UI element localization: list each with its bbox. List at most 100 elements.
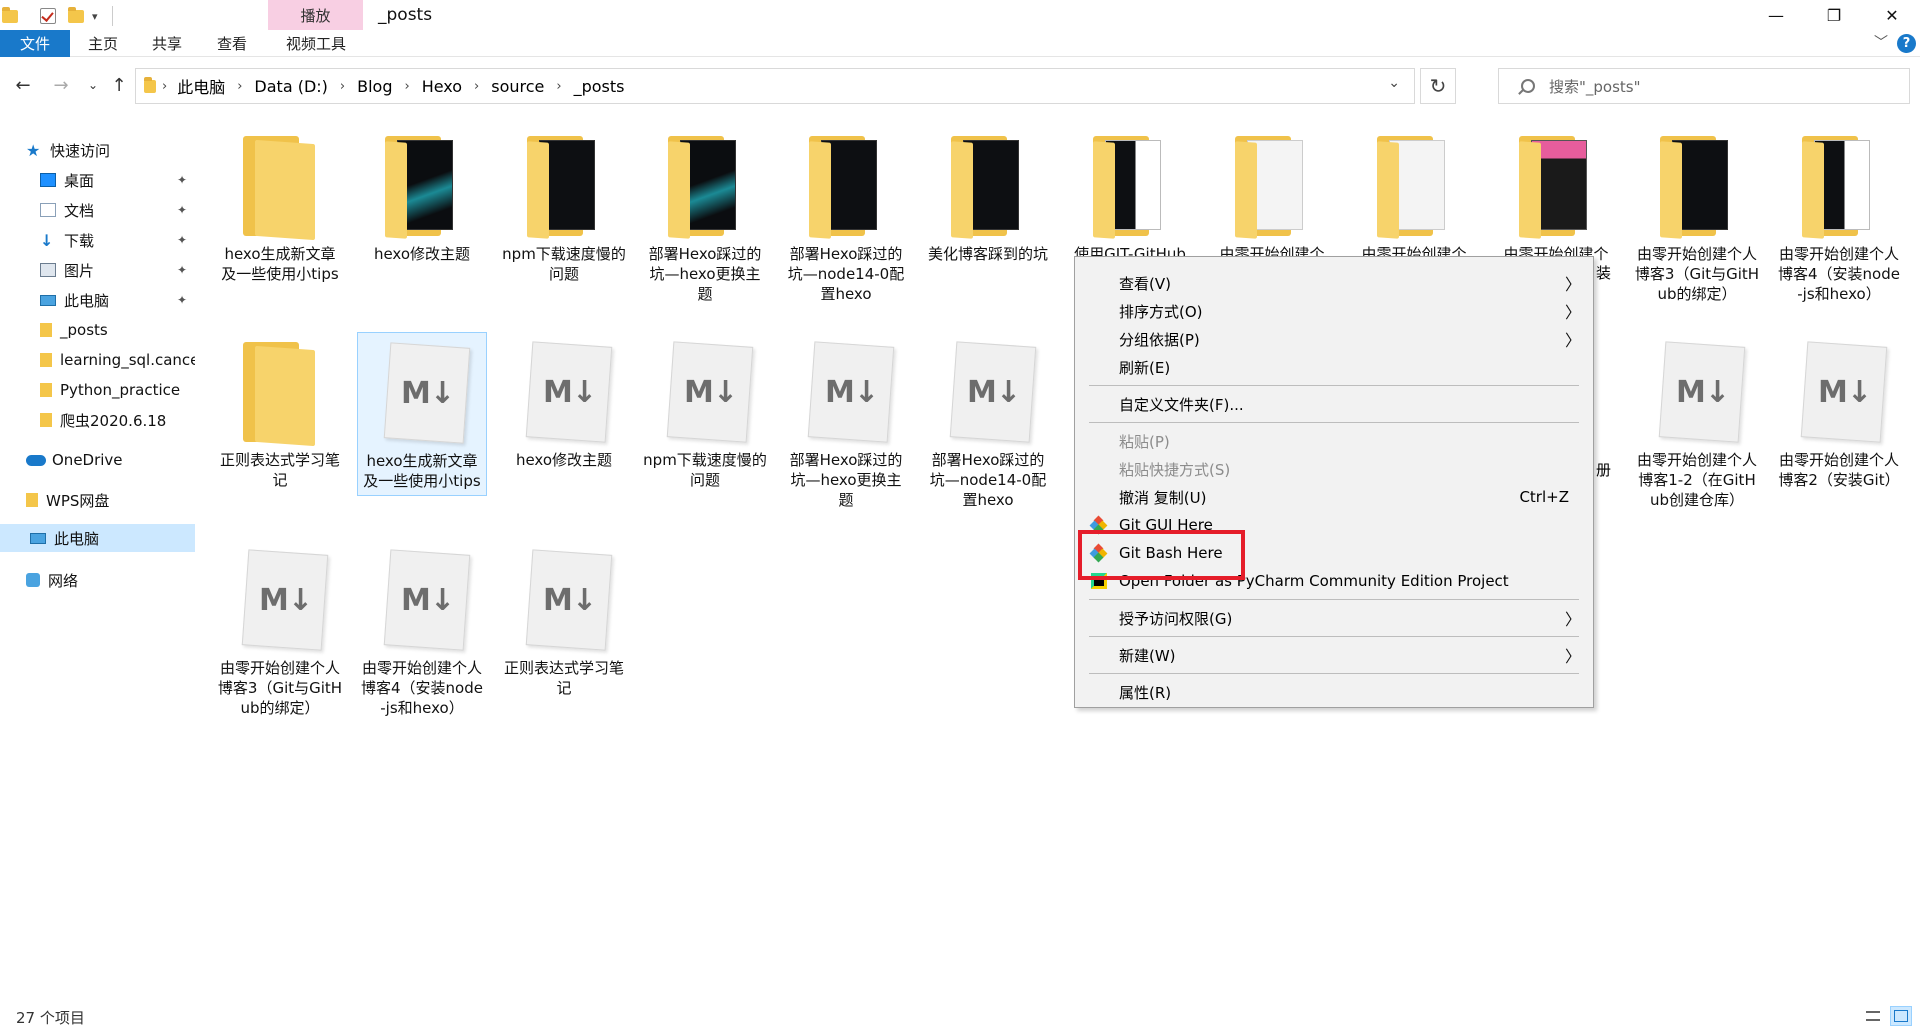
folder-item[interactable]: npm下载速度慢的问题 [499,126,629,288]
search-input[interactable]: 搜索"_posts" [1498,68,1910,104]
customize-toolbar-icon[interactable]: ▾ [92,6,98,26]
nav-item-downloads[interactable]: ↓ 下载 ✦ [40,226,195,254]
folder-item[interactable]: hexo生成新文章及一些使用小tips [215,126,345,288]
nav-item-pictures[interactable]: 图片 ✦ [40,256,195,284]
chevron-down-icon[interactable]: ⌄ [1388,75,1400,91]
properties-quick-access-icon[interactable] [40,6,56,26]
markdown-file-item[interactable]: M↓ 由零开始创建个人博客4（安装node-js和hexo） [357,540,487,722]
markdown-glyph: M↓ [1817,374,1871,410]
folder-item[interactable]: 美化博客踩到的坑 [923,126,1053,268]
up-button[interactable]: ↑ [106,72,132,98]
nav-wps[interactable]: WPS网盘 [26,486,196,514]
markdown-file-item[interactable]: M↓ hexo生成新文章及一些使用小tips [357,332,487,496]
breadcrumb-posts[interactable]: _posts [574,77,625,96]
breadcrumb-this-pc[interactable]: 此电脑 [177,74,225,98]
maximize-button[interactable]: ❐ [1806,0,1862,30]
chevron-right-icon[interactable]: › [556,79,561,94]
breadcrumb-data-drive[interactable]: Data (D:) [254,77,327,96]
menu-item-refresh[interactable]: 刷新(E) [1075,353,1593,381]
nav-item-python-practice[interactable]: Python_practice [40,376,195,404]
new-folder-quick-access-icon[interactable] [68,6,84,26]
pin-icon: ✦ [176,203,187,217]
nav-item-crawler[interactable]: 爬虫2020.6.18 [40,406,195,434]
folder-item[interactable]: 部署Hexo踩过的坑—hexo更换主题 [640,126,770,308]
chevron-right-icon[interactable]: › [237,79,242,94]
status-bar: 27 个项目 [0,1004,1920,1030]
minimize-button[interactable]: — [1748,0,1804,30]
nav-item-posts[interactable]: _posts [40,316,195,344]
chevron-right-icon: 〉 [1564,610,1581,629]
folder-icon [791,134,901,242]
large-icons-view-button[interactable] [1890,1006,1912,1026]
folder-item[interactable]: hexo修改主题 [357,126,487,268]
menu-item-sort[interactable]: 排序方式(O) 〉 [1075,297,1593,325]
folder-item[interactable]: 由零开始创建个 [1491,126,1621,268]
menu-item-properties[interactable]: 属性(R) [1075,678,1593,706]
breadcrumb-hexo[interactable]: Hexo [422,77,462,96]
menu-item-paste[interactable]: 粘贴(P) [1075,427,1593,455]
markdown-glyph: M↓ [542,582,596,618]
chevron-right-icon[interactable]: › [474,79,479,94]
close-button[interactable]: ✕ [1864,0,1920,30]
folder-icon [650,134,760,242]
folder-item[interactable]: 部署Hexo踩过的坑—node14-0配置hexo [781,126,911,308]
recent-locations-button[interactable]: ⌄ [80,72,106,98]
file-name-label: 由零开始创建个人博客4（安装node-js和hexo） [1778,245,1900,303]
forward-button[interactable]: → [48,72,74,98]
markdown-file-item[interactable]: M↓ 正则表达式学习笔记 [499,540,629,702]
menu-item-paste-shortcut[interactable]: 粘贴快捷方式(S) [1075,455,1593,483]
markdown-file-item[interactable]: M↓ hexo修改主题 [499,332,629,474]
menu-item-view[interactable]: 查看(V) 〉 [1075,269,1593,297]
folder-item[interactable]: 由零开始创建个 [1207,126,1337,268]
markdown-file-item[interactable]: M↓ 部署Hexo踩过的坑—node14-0配置hexo [923,332,1053,514]
address-bar[interactable]: › 此电脑 › Data (D:) › Blog › Hexo › source… [135,68,1415,104]
menu-item-undo-copy[interactable]: 撤消 复制(U) Ctrl+Z [1075,483,1593,511]
folder-icon [1359,134,1469,242]
nav-this-pc[interactable]: 此电脑 [0,524,195,552]
breadcrumb-blog[interactable]: Blog [357,77,392,96]
tab-home[interactable]: 主页 [78,30,128,57]
nav-item-desktop[interactable]: 桌面 ✦ [40,166,195,194]
tab-video-tools[interactable]: 视频工具 [272,30,360,57]
folder-item[interactable]: 由零开始创建个人博客4（安装node-js和hexo） [1774,126,1904,308]
menu-item-grant-access[interactable]: 授予访问权限(G) 〉 [1075,604,1593,632]
markdown-file-item[interactable]: M↓ 部署Hexo踩过的坑—hexo更换主题 [781,332,911,514]
folder-item[interactable]: 使用GIT-GitHub [1065,126,1195,268]
nav-quick-access[interactable]: ★ 快速访问 [26,136,196,164]
title-bar: ▾ 播放 _posts — ❐ ✕ [0,0,1920,32]
menu-label: 属性(R) [1119,683,1172,702]
nav-item-documents[interactable]: 文档 ✦ [40,196,195,224]
refresh-button[interactable]: ↻ [1420,68,1456,104]
chevron-right-icon[interactable]: › [404,79,409,94]
context-menu: 查看(V) 〉 排序方式(O) 〉 分组依据(P) 〉 刷新(E) 自定义文件夹… [1074,256,1594,708]
markdown-file-item[interactable]: M↓ 由零开始创建个人博客2（安装Git） [1774,332,1904,494]
menu-label: 撤消 复制(U) [1119,488,1207,507]
nav-item-this-pc-pinned[interactable]: 此电脑 ✦ [40,286,195,314]
tab-file[interactable]: 文件 [0,30,70,57]
tab-share[interactable]: 共享 [142,30,192,57]
back-button[interactable]: ← [10,72,36,98]
file-view[interactable]: hexo生成新文章及一些使用小tips hexo修改主题 npm下载速度慢的问题 部署… [210,126,1910,986]
markdown-file-item[interactable]: M↓ 由零开始创建个人博客3（Git与GitHub的绑定） [215,540,345,722]
markdown-file-item[interactable]: M↓ npm下载速度慢的问题 [640,332,770,494]
file-name-label: hexo生成新文章及一些使用小tips [221,245,339,283]
help-icon[interactable]: ? [1897,34,1916,53]
breadcrumb-source[interactable]: source [491,77,544,96]
nav-onedrive[interactable]: OneDrive [26,446,196,474]
folder-item[interactable]: 由零开始创建个人博客3（Git与GitHub的绑定） [1632,126,1762,308]
contextual-tab-play[interactable]: 播放 [268,0,363,30]
menu-item-customize-folder[interactable]: 自定义文件夹(F)... [1075,390,1593,418]
menu-item-group[interactable]: 分组依据(P) 〉 [1075,325,1593,353]
folder-item[interactable]: 由零开始创建个 [1349,126,1479,268]
nav-item-learning-sql[interactable]: learning_sql.cance [40,346,195,374]
folder-item[interactable]: 正则表达式学习笔记 [215,332,345,494]
nav-network[interactable]: 网络 [26,566,196,594]
markdown-icon: M↓ [367,548,477,656]
file-name-label: npm下载速度慢的问题 [502,245,626,283]
menu-item-new[interactable]: 新建(W) 〉 [1075,641,1593,669]
expand-ribbon-icon[interactable]: ﹀ [1874,32,1888,52]
details-view-button[interactable] [1862,1006,1884,1026]
markdown-file-item[interactable]: M↓ 由零开始创建个人博客1-2（在GitHub创建仓库） [1632,332,1762,514]
tab-view[interactable]: 查看 [207,30,257,57]
chevron-right-icon[interactable]: › [340,79,345,94]
